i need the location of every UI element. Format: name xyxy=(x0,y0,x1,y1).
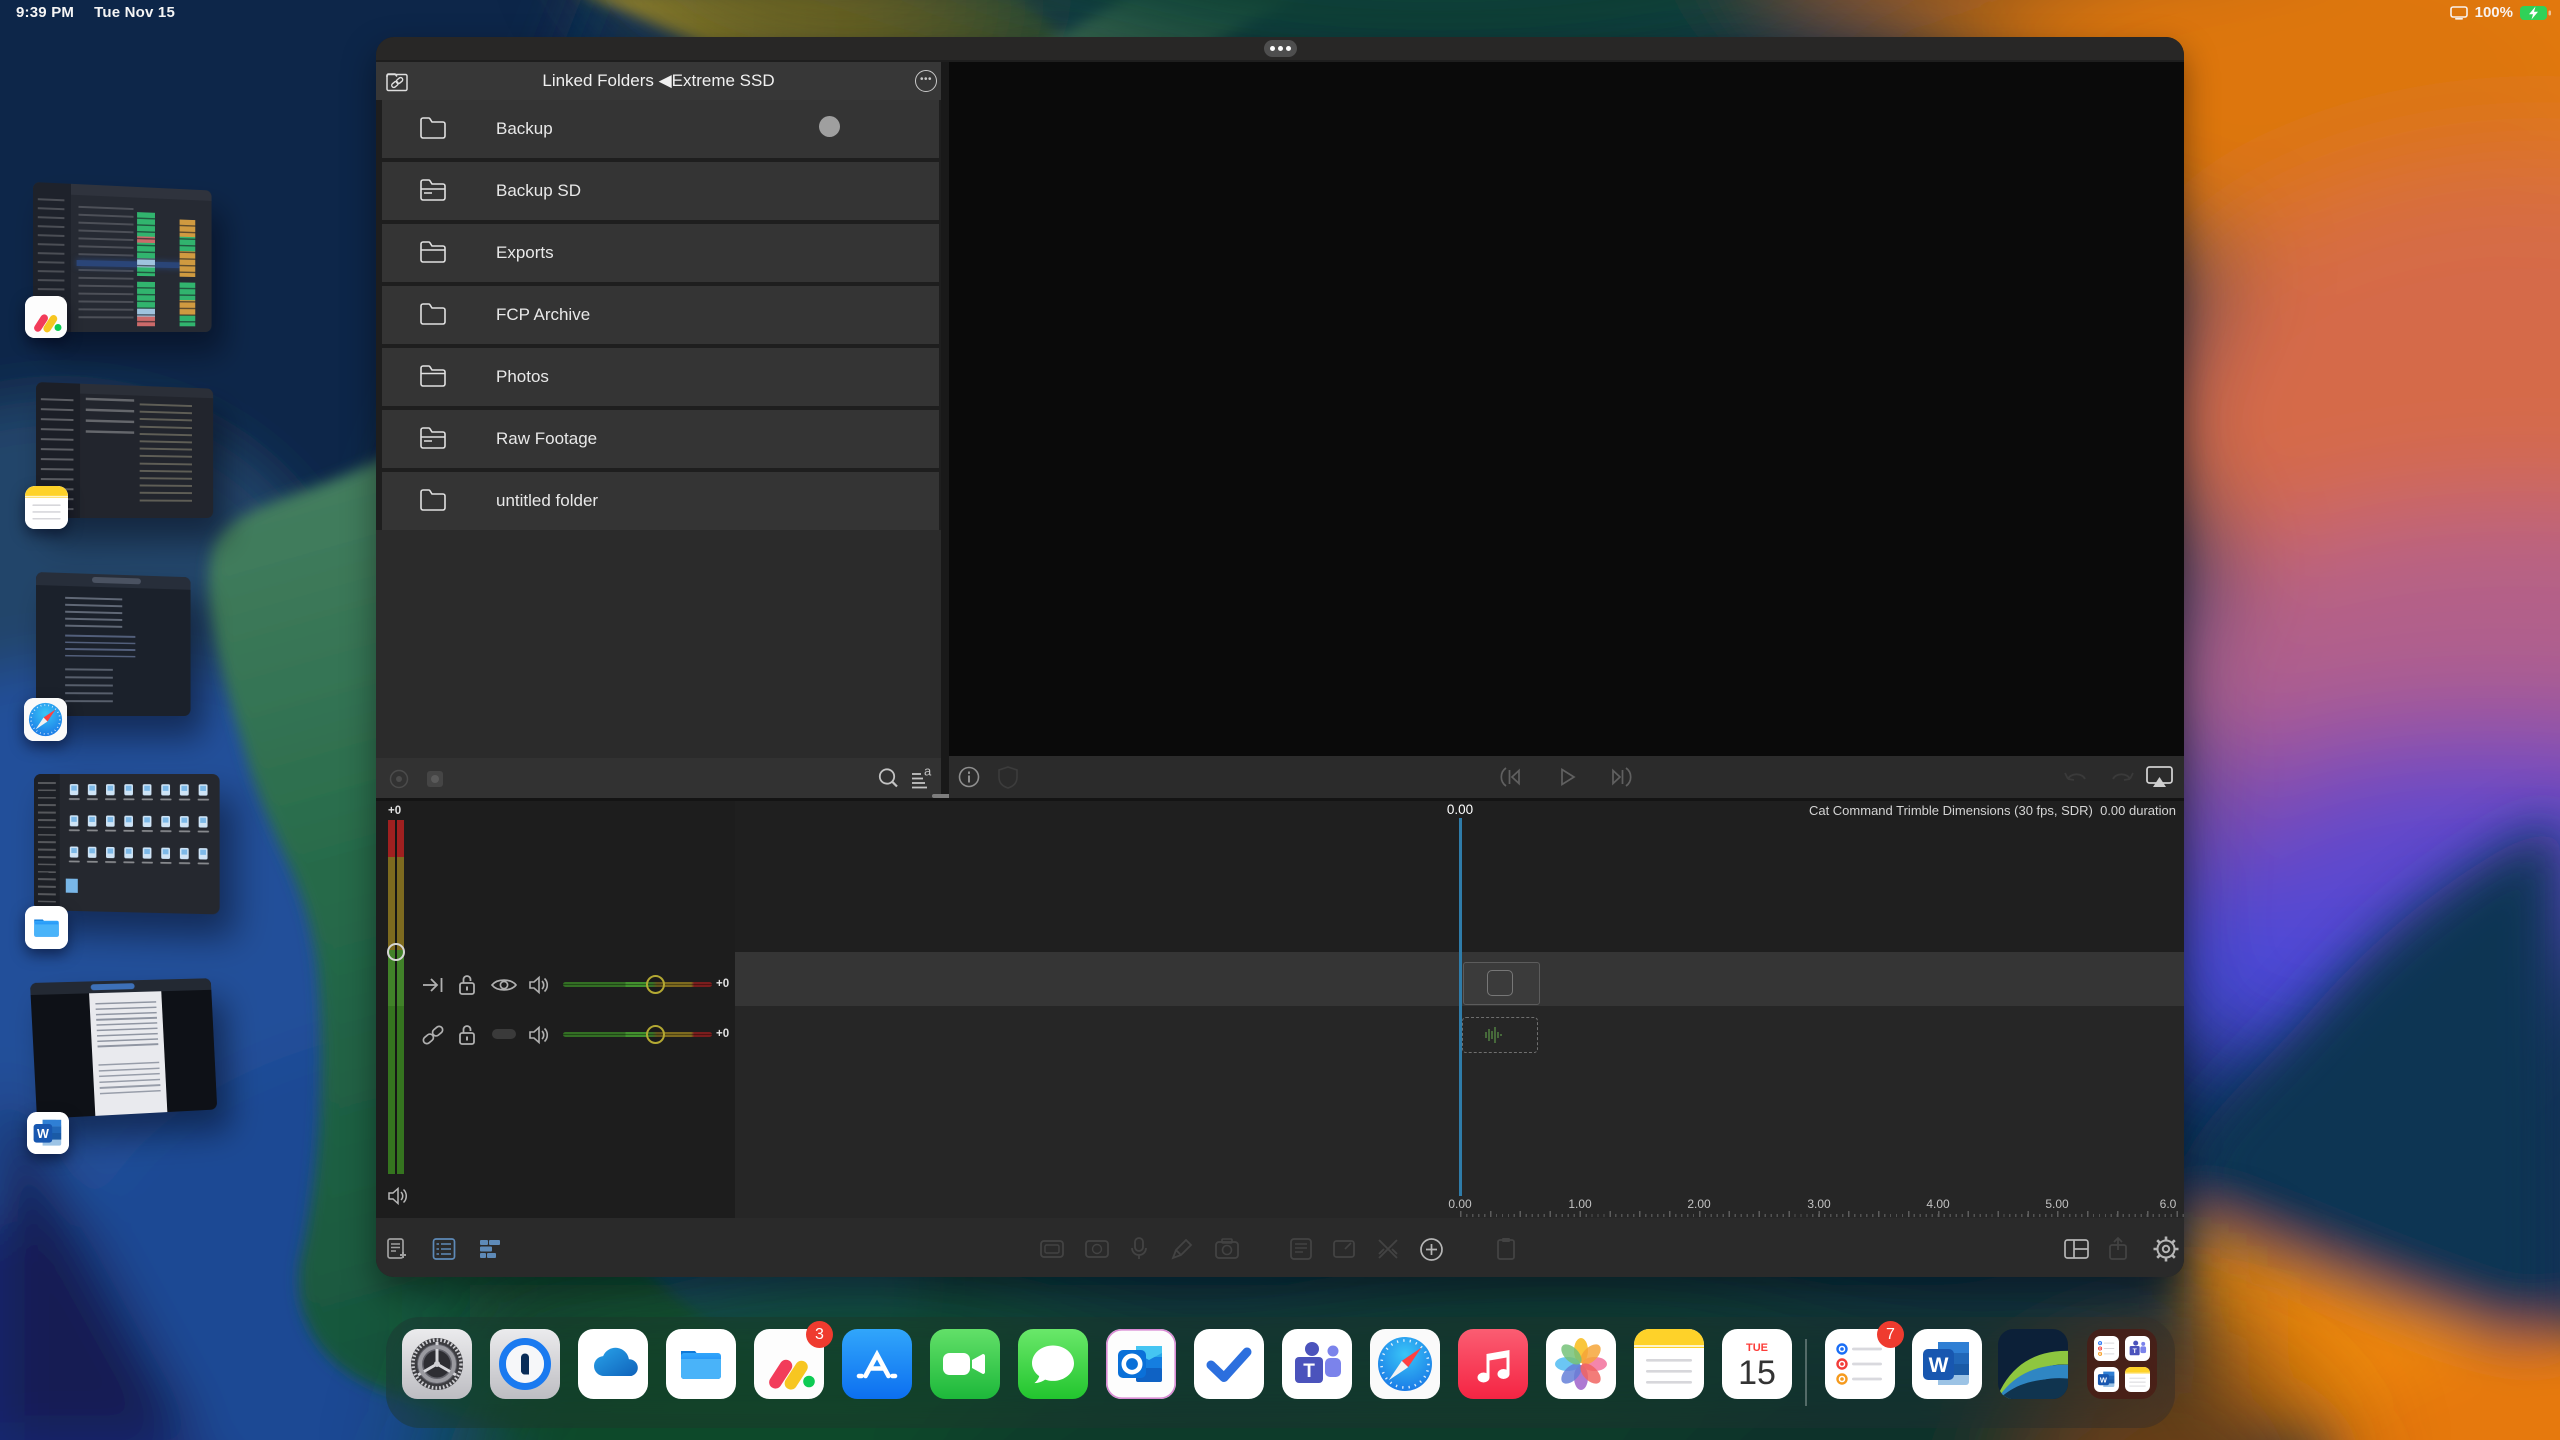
svg-text:a: a xyxy=(924,766,932,779)
svg-text:TUE: TUE xyxy=(1746,1342,1768,1354)
svg-text:15: 15 xyxy=(1738,1354,1776,1392)
